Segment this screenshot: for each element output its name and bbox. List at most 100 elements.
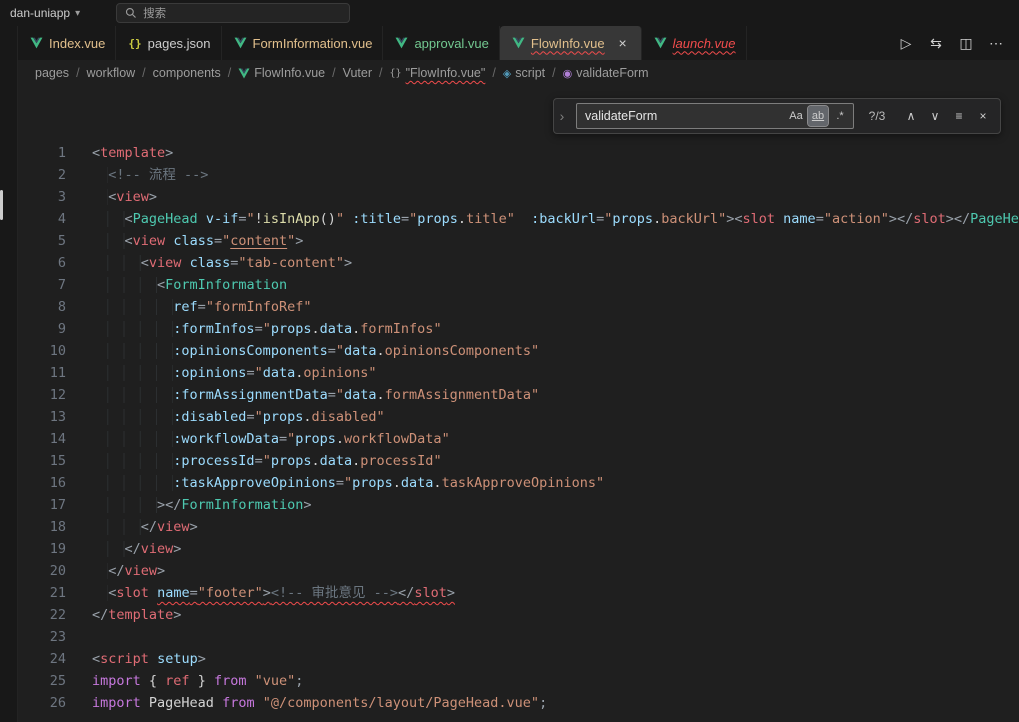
code-line-content: </template> bbox=[66, 604, 181, 626]
code-line[interactable]: 26import PageHead from "@/components/lay… bbox=[18, 692, 1019, 714]
code-line[interactable]: 3 <view> bbox=[18, 186, 1019, 208]
line-number[interactable]: 1 bbox=[18, 142, 66, 164]
split-editor-icon: ◫ bbox=[959, 35, 972, 52]
code-line[interactable]: 6 <view class="tab-content"> bbox=[18, 252, 1019, 274]
open-changes-button[interactable]: ⇆ bbox=[923, 30, 949, 56]
code-line[interactable]: 9 :formInfos="props.data.formInfos" bbox=[18, 318, 1019, 340]
tab-label: pages.json bbox=[148, 36, 211, 51]
code-line[interactable]: 16 :taskApproveOpinions="props.data.task… bbox=[18, 472, 1019, 494]
code-line[interactable]: 24<script setup> bbox=[18, 648, 1019, 670]
activity-bar[interactable] bbox=[0, 26, 18, 722]
line-number[interactable]: 25 bbox=[18, 670, 66, 692]
line-number[interactable]: 13 bbox=[18, 406, 66, 428]
breadcrumb-item-pages[interactable]: pages bbox=[35, 66, 69, 80]
tab-pages.json[interactable]: {}pages.json bbox=[116, 26, 221, 60]
tab-Index.vue[interactable]: Index.vue bbox=[18, 26, 116, 60]
close-tab-icon[interactable]: × bbox=[615, 35, 631, 51]
code-lines: 1<template>2 <!-- 流程 -->3 <view>4 <PageH… bbox=[18, 86, 1019, 714]
line-number[interactable]: 26 bbox=[18, 692, 66, 714]
match-case-toggle[interactable]: Aa bbox=[786, 106, 806, 126]
vue-icon bbox=[654, 37, 667, 49]
code-line-content: <template> bbox=[66, 142, 173, 164]
line-number[interactable]: 21 bbox=[18, 582, 66, 604]
code-line[interactable]: 4 <PageHead v-if="!isInApp()" :title="pr… bbox=[18, 208, 1019, 230]
run-button[interactable]: ▷ bbox=[893, 30, 919, 56]
line-number[interactable]: 4 bbox=[18, 208, 66, 230]
code-line[interactable]: 1<template> bbox=[18, 142, 1019, 164]
line-number[interactable]: 18 bbox=[18, 516, 66, 538]
find-expand-toggle[interactable]: › bbox=[554, 99, 570, 133]
regex-toggle[interactable]: .* bbox=[830, 106, 850, 126]
breadcrumb-item-script[interactable]: ◈script bbox=[503, 66, 545, 80]
tab-FlowInfo.vue[interactable]: FlowInfo.vue× bbox=[500, 26, 642, 60]
line-number[interactable]: 10 bbox=[18, 340, 66, 362]
line-number[interactable]: 22 bbox=[18, 604, 66, 626]
breadcrumb-label: pages bbox=[35, 66, 69, 80]
line-number[interactable]: 12 bbox=[18, 384, 66, 406]
line-number[interactable]: 15 bbox=[18, 450, 66, 472]
line-number[interactable]: 19 bbox=[18, 538, 66, 560]
more-actions-button[interactable]: ⋯ bbox=[983, 30, 1009, 56]
whole-word-toggle[interactable]: ab bbox=[808, 106, 828, 126]
split-editor-button[interactable]: ◫ bbox=[953, 30, 979, 56]
line-number[interactable]: 8 bbox=[18, 296, 66, 318]
code-line[interactable]: 20 </view> bbox=[18, 560, 1019, 582]
code-line-content: <view> bbox=[66, 186, 157, 208]
code-line[interactable]: 17 ></FormInformation> bbox=[18, 494, 1019, 516]
code-line[interactable]: 25import { ref } from "vue"; bbox=[18, 670, 1019, 692]
code-line[interactable]: 19 </view> bbox=[18, 538, 1019, 560]
code-line-content: import { ref } from "vue"; bbox=[66, 670, 303, 692]
code-line[interactable]: 12 :formAssignmentData="data.formAssignm… bbox=[18, 384, 1019, 406]
vue-icon bbox=[30, 37, 43, 49]
line-number[interactable]: 7 bbox=[18, 274, 66, 296]
code-line[interactable]: 8 ref="formInfoRef" bbox=[18, 296, 1019, 318]
line-number[interactable]: 11 bbox=[18, 362, 66, 384]
workspace-name: dan-uniapp bbox=[10, 6, 70, 20]
code-line[interactable]: 2 <!-- 流程 --> bbox=[18, 164, 1019, 186]
code-line-content: <slot name="footer"><!-- 审批意见 --></slot> bbox=[66, 582, 455, 604]
tab-launch.vue[interactable]: launch.vue bbox=[642, 26, 747, 60]
breadcrumb-separator: / bbox=[142, 66, 145, 80]
code-line[interactable]: 21 <slot name="footer"><!-- 审批意见 --></sl… bbox=[18, 582, 1019, 604]
workspace-switcher[interactable]: dan-uniapp ▾ bbox=[10, 6, 80, 20]
code-line[interactable]: 23 bbox=[18, 626, 1019, 648]
code-line-content: :processId="props.data.processId" bbox=[66, 450, 442, 472]
code-line[interactable]: 7 <FormInformation bbox=[18, 274, 1019, 296]
breadcrumb-item-FlowInfo.vue[interactable]: {}"FlowInfo.vue" bbox=[390, 66, 486, 80]
breadcrumb-item-FlowInfo.vue[interactable]: FlowInfo.vue bbox=[238, 66, 325, 80]
breadcrumb-item-Vuter[interactable]: Vuter bbox=[343, 66, 372, 80]
code-line[interactable]: 14 :workflowData="props.workflowData" bbox=[18, 428, 1019, 450]
line-number[interactable]: 23 bbox=[18, 626, 66, 648]
code-line[interactable]: 10 :opinionsComponents="data.opinionsCom… bbox=[18, 340, 1019, 362]
tab-approval.vue[interactable]: approval.vue bbox=[383, 26, 499, 60]
code-line[interactable]: 22</template> bbox=[18, 604, 1019, 626]
line-number[interactable]: 20 bbox=[18, 560, 66, 582]
code-line[interactable]: 5 <view class="content"> bbox=[18, 230, 1019, 252]
line-number[interactable]: 2 bbox=[18, 164, 66, 186]
close-find-button[interactable]: × bbox=[972, 105, 994, 127]
line-number[interactable]: 3 bbox=[18, 186, 66, 208]
line-number[interactable]: 5 bbox=[18, 230, 66, 252]
line-number[interactable]: 6 bbox=[18, 252, 66, 274]
code-line[interactable]: 11 :opinions="data.opinions" bbox=[18, 362, 1019, 384]
previous-match-button[interactable]: ∧ bbox=[900, 105, 922, 127]
line-number[interactable]: 16 bbox=[18, 472, 66, 494]
activity-indicator bbox=[0, 190, 3, 220]
code-line[interactable]: 18 </view> bbox=[18, 516, 1019, 538]
breadcrumb-item-workflow[interactable]: workflow bbox=[87, 66, 136, 80]
line-number[interactable]: 17 bbox=[18, 494, 66, 516]
editor[interactable]: 1<template>2 <!-- 流程 -->3 <view>4 <PageH… bbox=[18, 86, 1019, 722]
next-match-button[interactable]: ∨ bbox=[924, 105, 946, 127]
code-line-content: :taskApproveOpinions="props.data.taskApp… bbox=[66, 472, 604, 494]
breadcrumb-item-validateForm[interactable]: ◉validateForm bbox=[563, 66, 649, 80]
tab-FormInformation.vue[interactable]: FormInformation.vue bbox=[222, 26, 384, 60]
code-line[interactable]: 13 :disabled="props.disabled" bbox=[18, 406, 1019, 428]
code-line[interactable]: 15 :processId="props.data.processId" bbox=[18, 450, 1019, 472]
global-search-box[interactable]: 搜索 bbox=[116, 3, 350, 23]
find-in-selection-toggle[interactable]: ≡ bbox=[948, 105, 970, 127]
line-number[interactable]: 14 bbox=[18, 428, 66, 450]
chevron-down-icon: ▾ bbox=[75, 8, 80, 19]
breadcrumb-item-components[interactable]: components bbox=[153, 66, 221, 80]
line-number[interactable]: 24 bbox=[18, 648, 66, 670]
line-number[interactable]: 9 bbox=[18, 318, 66, 340]
